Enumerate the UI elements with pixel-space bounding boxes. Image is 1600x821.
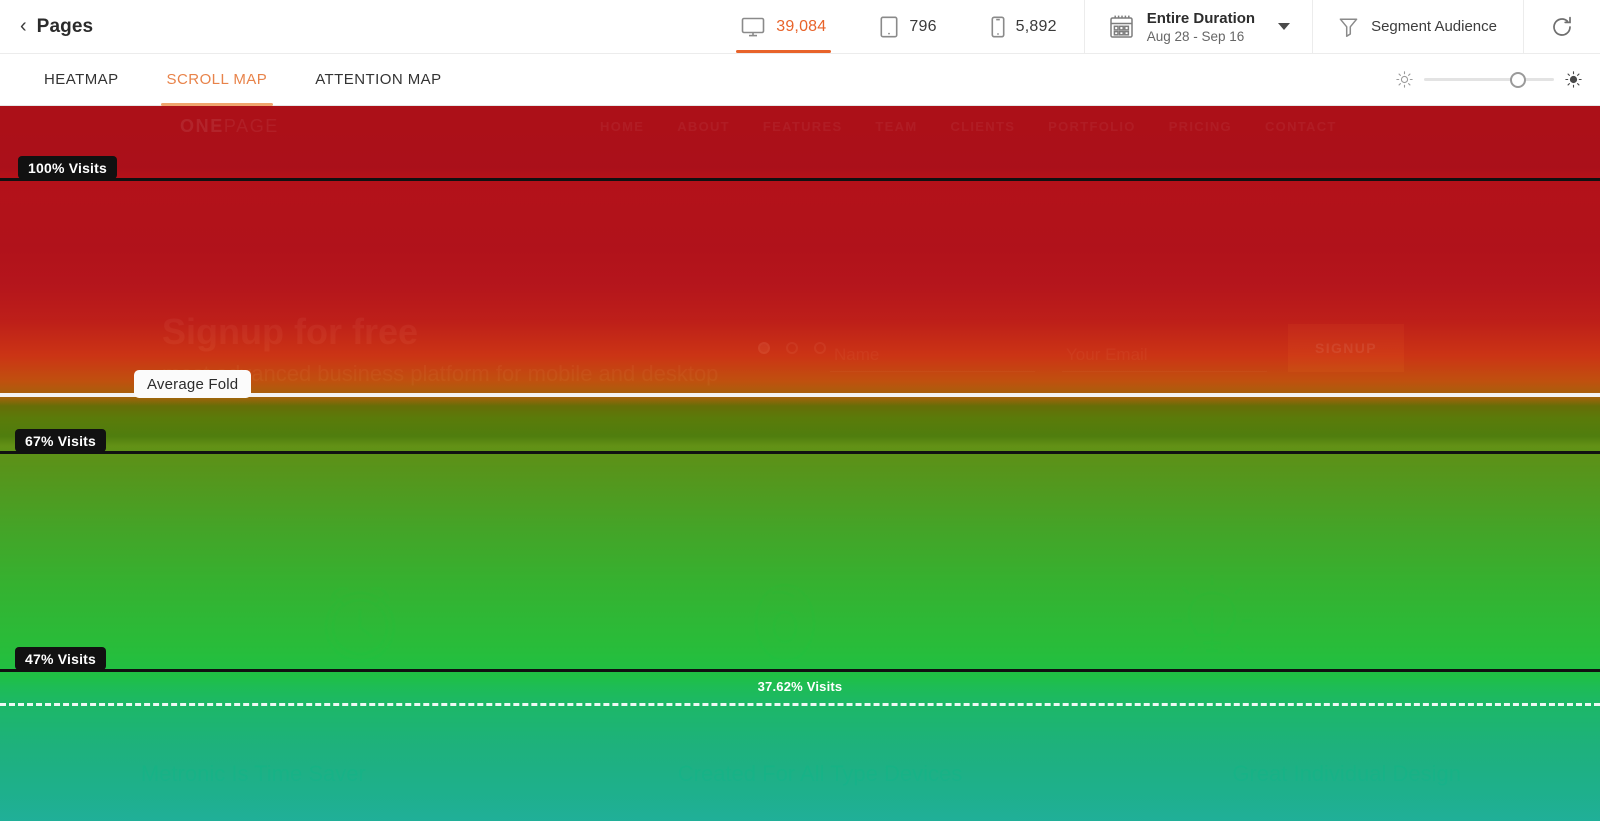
- current-scroll-dashed-line: [0, 703, 1600, 706]
- device-filter-tablet[interactable]: 796: [853, 0, 963, 53]
- chevron-left-icon[interactable]: ‹: [20, 16, 27, 36]
- refresh-button[interactable]: [1524, 0, 1600, 53]
- slider-rail: [1424, 78, 1554, 81]
- marker-100-visits: 100% Visits: [18, 156, 117, 179]
- device-filter-group: 39,084 796 5,892: [714, 0, 1083, 53]
- refresh-icon: [1550, 15, 1574, 39]
- tab-scroll-map[interactable]: SCROLL MAP: [143, 54, 292, 106]
- chevron-down-icon[interactable]: [1278, 23, 1291, 30]
- filter-icon: [1339, 17, 1358, 37]
- date-range-texts: Entire Duration Aug 28 - Sep 16: [1147, 10, 1255, 44]
- segment-audience-button[interactable]: Segment Audience: [1313, 0, 1523, 53]
- segment-audience-label: Segment Audience: [1371, 18, 1497, 35]
- scrollmap-gradient-overlay: [0, 106, 1600, 821]
- scrollmap-canvas[interactable]: ONEPAGE HOME ABOUT FEATURES TEAM CLIENTS…: [0, 106, 1600, 821]
- device-filter-desktop[interactable]: 39,084: [714, 0, 853, 53]
- slider-thumb[interactable]: [1509, 71, 1526, 88]
- page-title: Pages: [36, 15, 94, 37]
- map-type-tabs: HEATMAP SCROLL MAP ATTENTION MAP: [0, 54, 1600, 106]
- tabs-list: HEATMAP SCROLL MAP ATTENTION MAP: [0, 54, 466, 106]
- threshold-line-67: [0, 451, 1600, 454]
- mobile-visit-count: 5,892: [1015, 17, 1057, 35]
- sun-bright-icon[interactable]: [1565, 71, 1582, 88]
- date-range-selector[interactable]: Entire Duration Aug 28 - Sep 16: [1085, 0, 1312, 53]
- tablet-visit-count: 796: [909, 17, 937, 35]
- tablet-icon: [880, 15, 898, 38]
- date-range-value: Aug 28 - Sep 16: [1146, 28, 1245, 44]
- opacity-slider-track[interactable]: [1424, 70, 1554, 90]
- mobile-icon: [991, 15, 1005, 38]
- sun-dim-icon[interactable]: [1396, 71, 1413, 88]
- date-range-label: Entire Duration: [1146, 9, 1256, 27]
- threshold-line-100: [0, 178, 1600, 181]
- marker-average-fold: Average Fold: [134, 370, 252, 398]
- desktop-icon: [741, 17, 765, 37]
- marker-67-visits: 67% Visits: [15, 429, 107, 452]
- opacity-slider: [1396, 54, 1582, 105]
- tab-attention-map[interactable]: ATTENTION MAP: [291, 54, 465, 105]
- calendar-icon: [1109, 14, 1134, 39]
- threshold-line-47: [0, 669, 1600, 672]
- top-bar: ‹ Pages 39,084 796 5,892 Entire Duration…: [0, 0, 1600, 54]
- marker-47-visits: 47% Visits: [15, 647, 107, 670]
- marker-current-percent: 37.62% Visits: [757, 679, 843, 694]
- desktop-visit-count: 39,084: [776, 17, 827, 35]
- page-header-left: ‹ Pages: [0, 0, 93, 53]
- device-filter-mobile[interactable]: 5,892: [964, 0, 1084, 53]
- tab-heatmap[interactable]: HEATMAP: [20, 54, 143, 105]
